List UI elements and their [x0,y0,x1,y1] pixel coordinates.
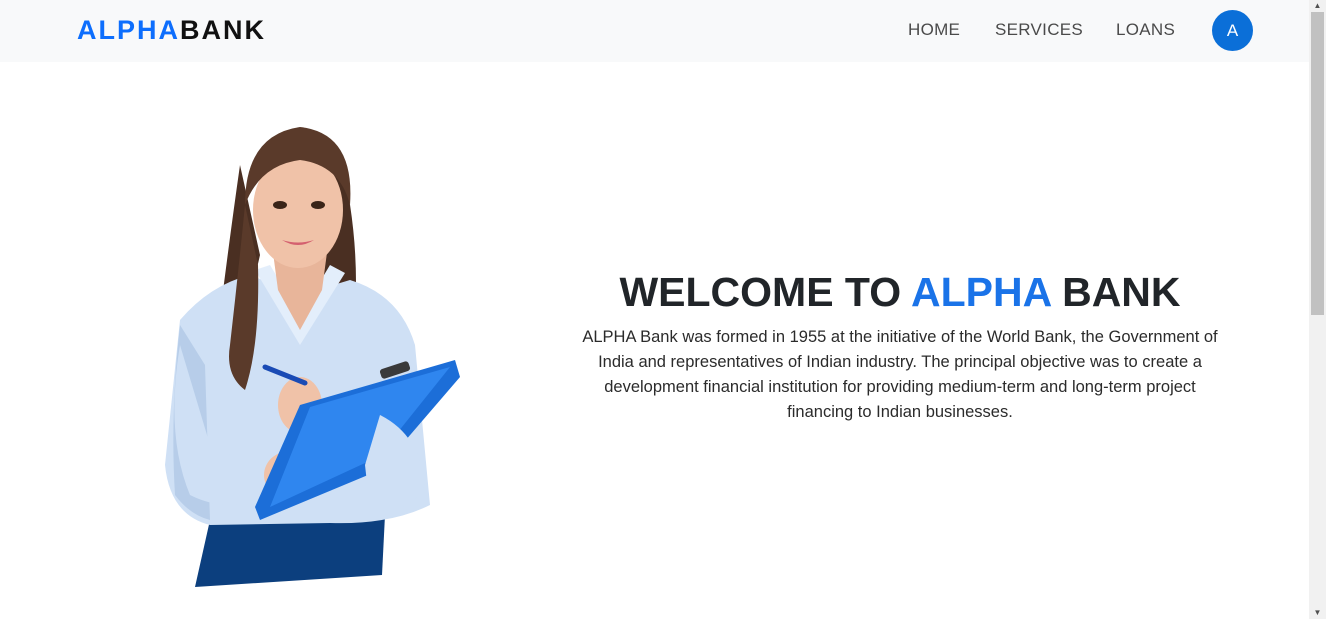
scrollbar-thumb[interactable] [1311,12,1324,315]
nav-home-link[interactable]: HOME [908,19,960,41]
scroll-down-arrow-icon[interactable]: ▼ [1309,607,1326,619]
brand-part-bank: BANK [180,15,266,45]
vertical-scrollbar[interactable]: ▲ ▼ [1309,0,1326,619]
navbar: ALPHABANK HOME SERVICES LOANS A [0,0,1309,62]
nav-services-link[interactable]: SERVICES [995,19,1083,41]
welcome-heading-accent: ALPHA [911,269,1051,315]
scroll-up-arrow-icon[interactable]: ▲ [1309,0,1326,12]
user-avatar-button[interactable]: A [1212,10,1253,51]
brand-logo[interactable]: ALPHABANK [77,13,266,47]
welcome-heading-post: BANK [1050,269,1181,315]
nav-loans-link[interactable]: LOANS [1116,19,1175,41]
brand-part-alpha: ALPHA [77,15,180,45]
hero-woman-illustration [165,127,460,587]
welcome-heading: WELCOME TO ALPHA BANK [560,268,1240,316]
welcome-description: ALPHA Bank was formed in 1955 at the ini… [582,328,1218,421]
welcome-heading-pre: WELCOME TO [619,269,911,315]
